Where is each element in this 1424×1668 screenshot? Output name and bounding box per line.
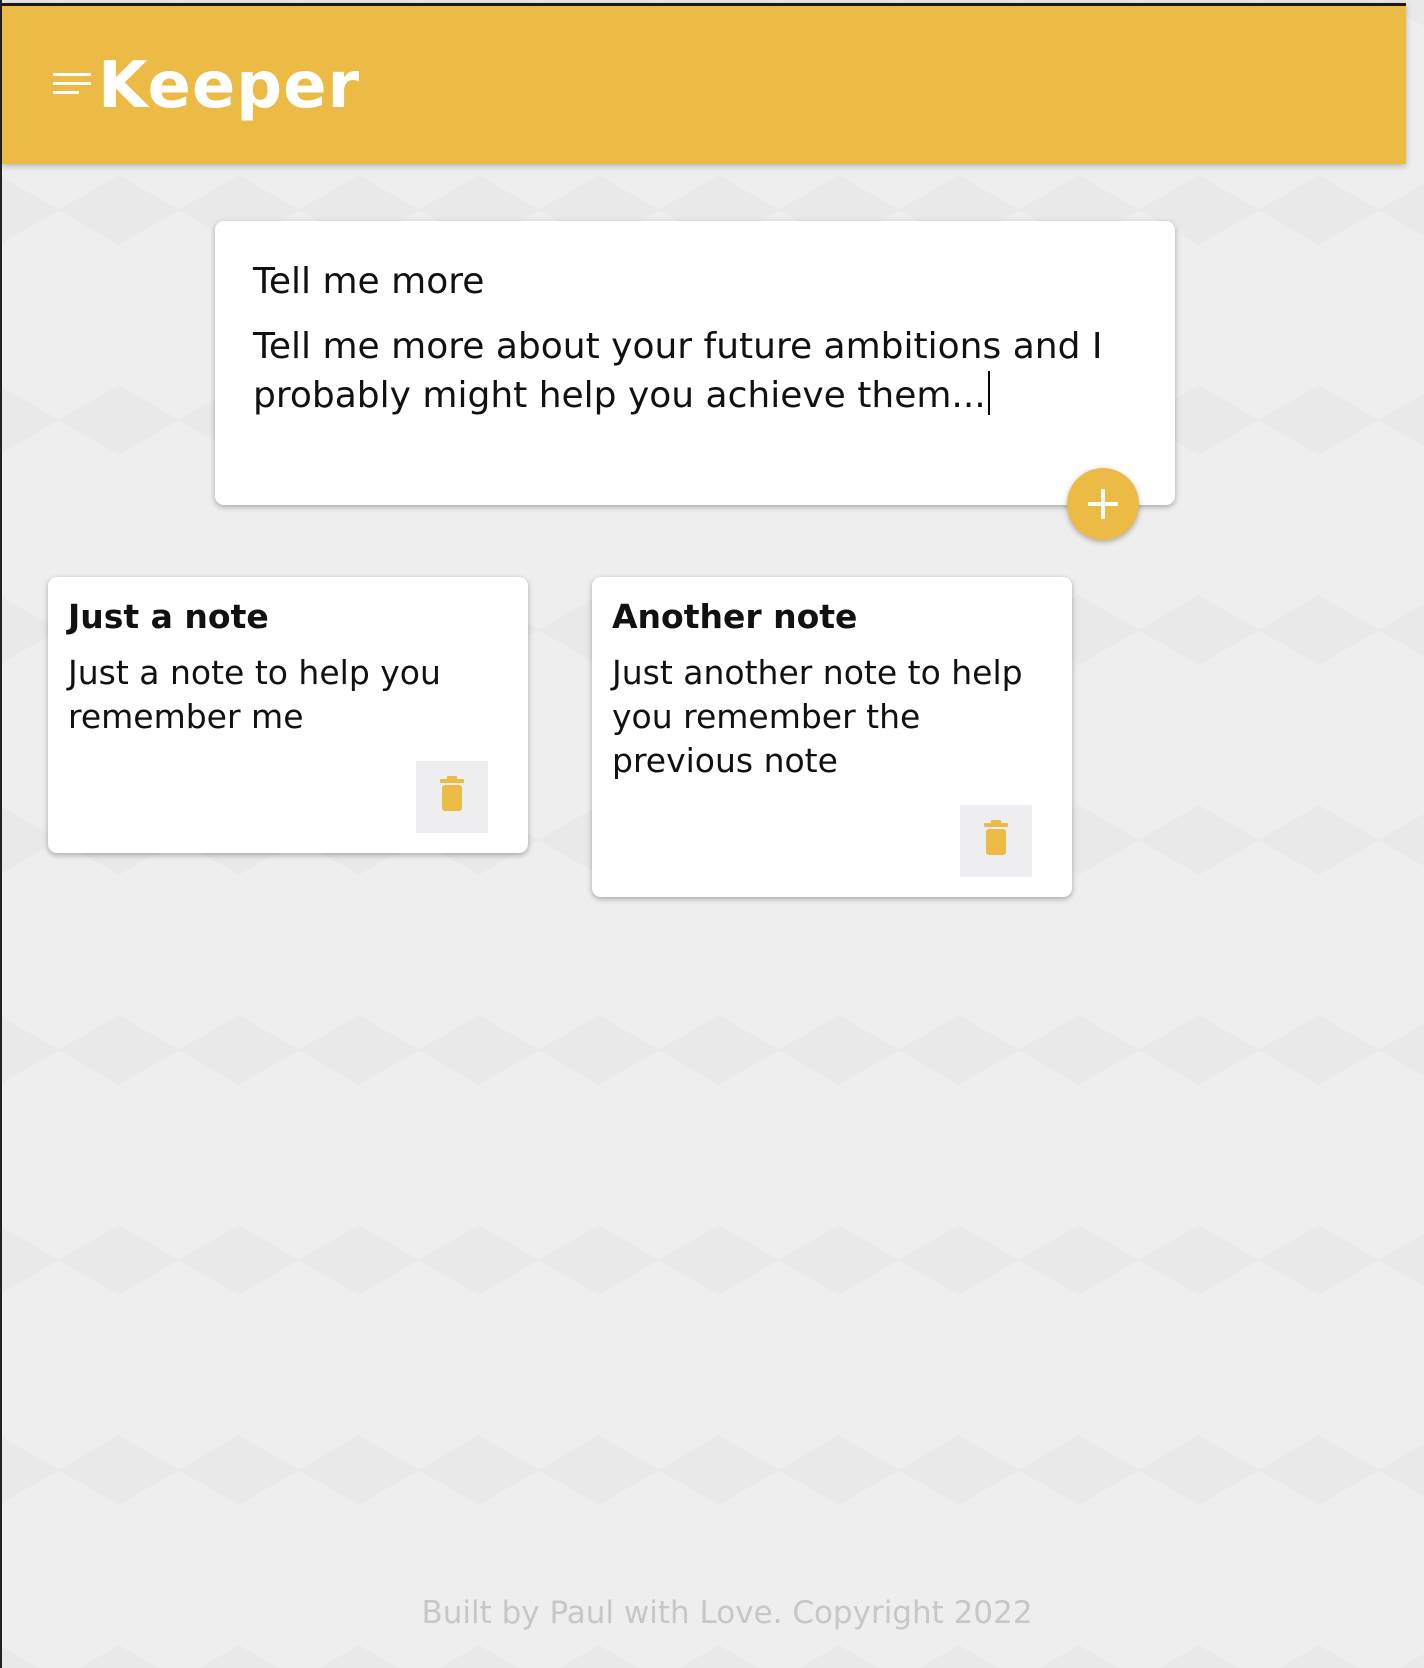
note-title: Another note (612, 597, 858, 636)
footer-copyright: Built by Paul with Love. Copyright 2022 (421, 1595, 1033, 1631)
plus-icon (1088, 489, 1118, 519)
app-header: Keeper (2, 3, 1406, 164)
text-caret (987, 371, 990, 415)
composer-title-input[interactable]: Tell me more (253, 259, 484, 305)
delete-note-button[interactable] (960, 805, 1032, 877)
delete-note-button[interactable] (416, 761, 488, 833)
note-content: Just another note to help you remember t… (612, 653, 1023, 780)
composer-content-text: Tell me more about your future ambitions… (253, 326, 1103, 416)
note-card: Another note Just another note to help y… (592, 577, 1072, 897)
add-note-button[interactable] (1067, 468, 1139, 540)
menu-icon[interactable] (53, 73, 91, 97)
composer-content-textarea[interactable]: Tell me more about your future ambitions… (253, 323, 1153, 420)
trash-icon (984, 820, 1008, 855)
note-content: Just a note to help you remember me (68, 653, 441, 736)
trash-icon (440, 776, 464, 811)
note-title: Just a note (68, 597, 269, 636)
note-card: Just a note Just a note to help you reme… (48, 577, 528, 853)
brand-title: Keeper (98, 49, 361, 123)
note-composer: Tell me more Tell me more about your fut… (215, 221, 1175, 505)
